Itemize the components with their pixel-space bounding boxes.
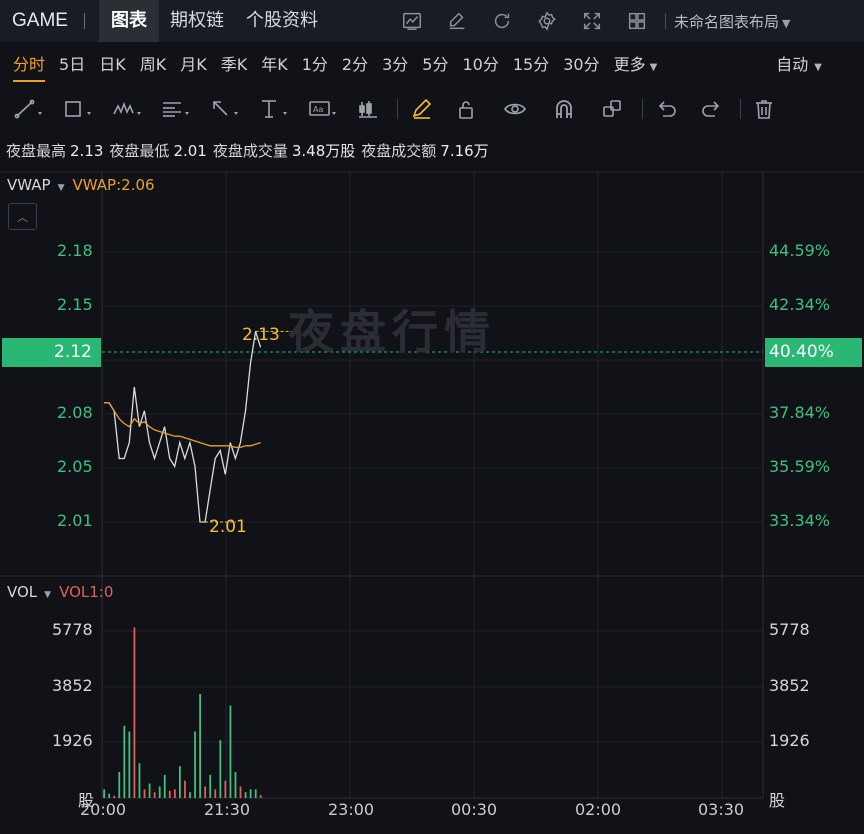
vwap-indicator[interactable]: VWAP ▼ VWAP:2.06: [7, 176, 155, 194]
volume-bar: [199, 693, 202, 798]
time-tick: 00:30: [451, 800, 498, 819]
volume-bar: [173, 789, 176, 798]
volume-tick: 1926: [769, 731, 810, 750]
volume-bar: [148, 783, 151, 798]
volume-tick: 5778: [769, 620, 810, 639]
high-marker-label: 2.13: [242, 325, 280, 345]
volume-bar: [254, 789, 257, 798]
time-tick: 23:00: [328, 800, 375, 819]
volume-bar: [239, 786, 242, 798]
current-percent-badge: 40.40%: [765, 338, 862, 367]
volume-bar: [123, 725, 126, 798]
price-tick: 2.08: [57, 403, 93, 422]
volume-bar: [244, 792, 247, 798]
chevron-up-icon: ︿: [17, 210, 28, 224]
percent-tick: 33.34%: [769, 511, 831, 530]
volume-bar: [189, 792, 191, 798]
vol-indicator[interactable]: VOL ▼ VOL1:0: [7, 583, 113, 601]
vwap-line: [104, 402, 261, 449]
volume-bar: [249, 789, 252, 798]
chevron-down-icon[interactable]: ▼: [44, 590, 51, 600]
time-tick: 21:30: [204, 800, 251, 819]
volume-bar: [138, 763, 141, 798]
price-tick: 2.18: [57, 241, 93, 260]
time-tick: 20:00: [80, 800, 127, 819]
volume-bar: [184, 780, 186, 798]
watermark: 夜盘行情: [288, 305, 496, 359]
volume-bar: [103, 789, 105, 798]
volume-bar: [113, 795, 116, 798]
volume-bar: [234, 771, 237, 798]
vol-indicator-name: VOL: [7, 583, 38, 601]
volume-bar: [143, 789, 146, 798]
volume-bar: [229, 705, 232, 798]
price-tick: 2.15: [57, 295, 93, 314]
volume-bar: [133, 627, 136, 798]
volume-bar: [168, 790, 171, 798]
volume-bar: [209, 774, 212, 798]
time-tick: 02:00: [575, 800, 622, 819]
low-marker-label: 2.01: [209, 517, 247, 537]
percent-tick: 44.59%: [769, 241, 831, 260]
volume-bar: [128, 731, 131, 798]
volume-tick: 3852: [52, 676, 93, 695]
intraday-chart[interactable]: [0, 0, 864, 834]
time-tick: 03:30: [698, 800, 745, 819]
percent-tick: 37.84%: [769, 403, 831, 422]
vwap-value: VWAP:2.06: [72, 176, 155, 194]
volume-bar: [118, 771, 121, 798]
current-price-badge: 2.12: [2, 338, 101, 367]
volume-bar: [259, 795, 262, 798]
volume-tick: 3852: [769, 676, 810, 695]
vwap-indicator-name: VWAP: [7, 176, 51, 194]
volume-bar: [219, 740, 222, 798]
volume-bar: [108, 793, 111, 798]
volume-tick: 1926: [52, 731, 93, 750]
volume-unit: 股: [769, 791, 786, 810]
chevron-down-icon[interactable]: ▼: [58, 183, 65, 193]
price-tick: 2.01: [57, 511, 93, 530]
volume-tick: 5778: [52, 620, 93, 639]
volume-bar: [163, 774, 166, 798]
price-tick: 2.05: [57, 457, 93, 476]
volume-bar: [204, 786, 207, 798]
percent-tick: 35.59%: [769, 457, 831, 476]
volume-bar: [153, 792, 156, 798]
vol-value: VOL1:0: [59, 583, 114, 601]
volume-bar: [194, 731, 196, 798]
volume-bar: [224, 780, 227, 798]
collapse-button[interactable]: ︿: [8, 203, 37, 230]
volume-bar: [158, 786, 161, 798]
volume-bar: [214, 789, 217, 798]
percent-tick: 42.34%: [769, 295, 831, 314]
volume-bar: [178, 766, 181, 798]
